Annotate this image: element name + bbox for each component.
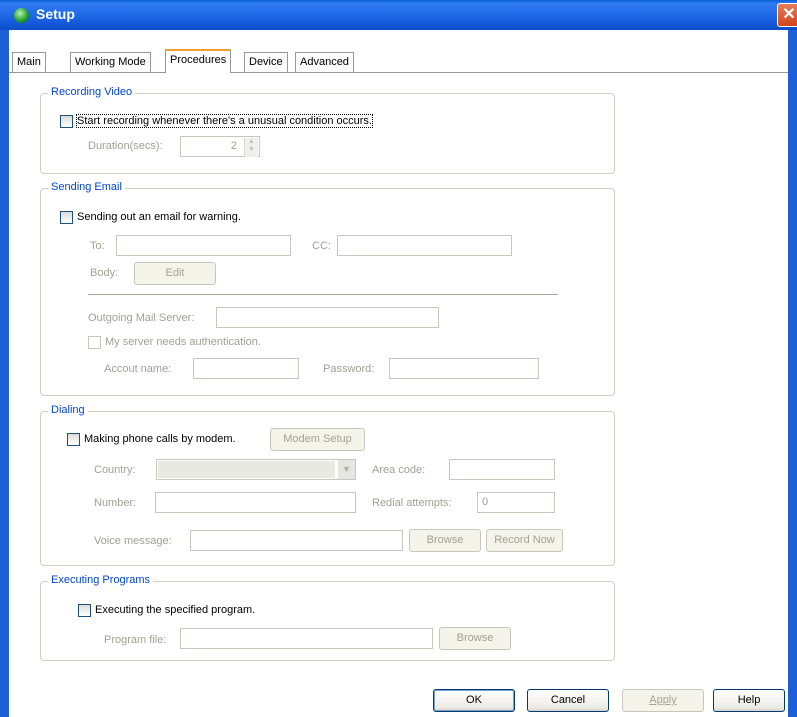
duration-spinner[interactable]: 2 ▲ ▼ [180,136,260,157]
close-button[interactable]: ✕ [777,3,797,27]
start-recording-checkbox[interactable] [60,115,73,128]
tab-advanced[interactable]: Advanced [295,52,354,72]
spinner-arrows-icon[interactable]: ▲ ▼ [244,138,258,157]
number-label: Number: [94,497,137,509]
cc-input[interactable] [337,235,512,256]
window-title: Setup [36,6,75,22]
voice-message-input[interactable] [190,530,403,551]
number-input[interactable] [155,492,356,513]
duration-label: Duration(secs): [88,140,163,152]
tab-working-mode[interactable]: Working Mode [70,52,151,72]
auth-checkbox[interactable] [88,336,101,349]
auth-label[interactable]: My server needs authentication. [105,336,261,348]
dialing-title: Dialing [48,404,88,416]
duration-value: 2 [230,140,237,152]
sending-email-title: Sending Email [48,181,125,193]
cc-label: CC: [312,240,331,252]
help-button[interactable]: Help [713,689,785,712]
executing-programs-title: Executing Programs [48,574,154,586]
area-code-label: Area code: [372,464,426,476]
area-code-input[interactable] [449,459,555,480]
recording-video-title: Recording Video [48,86,136,98]
country-dropdown[interactable]: ▼ [156,459,356,480]
execute-program-checkbox[interactable] [78,604,91,617]
redial-label: Redial attempts: [372,497,452,509]
program-browse-button[interactable]: Browse [439,627,511,650]
modem-setup-button[interactable]: Modem Setup [270,428,365,451]
edit-body-button[interactable]: Edit [134,262,216,285]
close-icon: ✕ [782,6,796,23]
tab-panel-border [9,72,788,73]
email-separator [88,294,558,295]
ok-button[interactable]: OK [433,689,515,712]
redial-input[interactable]: 0 [477,492,555,513]
apply-button[interactable]: Apply [622,689,704,712]
body-label: Body: [90,267,119,279]
execute-program-label[interactable]: Executing the specified program. [95,604,255,616]
to-input[interactable] [116,235,291,256]
window-frame-left [0,30,9,717]
executing-programs-group [40,581,615,661]
tab-main[interactable]: Main [12,52,46,72]
voice-message-label: Voice message: [94,535,172,547]
password-label: Password: [323,363,375,375]
chevron-down-icon[interactable]: ▼ [338,460,355,479]
redial-value: 0 [482,496,489,508]
send-email-label[interactable]: Sending out an email for warning. [77,211,241,223]
apply-label: Apply [649,694,677,706]
phone-calls-checkbox[interactable] [67,433,80,446]
app-icon [14,8,29,23]
tab-procedures[interactable]: Procedures [165,49,232,73]
account-label: Accout name: [104,363,172,375]
send-email-checkbox[interactable] [60,211,73,224]
country-selected-value [158,461,335,478]
password-input[interactable] [389,358,539,379]
start-recording-label[interactable]: Start recording whenever there's a unusu… [76,114,373,128]
recording-video-group [40,93,615,174]
phone-calls-label[interactable]: Making phone calls by modem. [84,433,236,445]
mail-server-input[interactable] [216,307,439,328]
to-label: To: [90,240,105,252]
cancel-button[interactable]: Cancel [527,689,609,712]
window-frame-right [788,30,797,717]
program-file-input[interactable] [180,628,433,649]
program-file-label: Program file: [104,634,167,646]
country-label: Country: [94,464,136,476]
voice-browse-button[interactable]: Browse [409,529,481,552]
account-input[interactable] [193,358,299,379]
title-bar[interactable] [0,0,797,30]
mail-server-label: Outgoing Mail Server: [88,312,195,324]
record-now-button[interactable]: Record Now [486,529,563,552]
tab-device[interactable]: Device [244,52,288,72]
